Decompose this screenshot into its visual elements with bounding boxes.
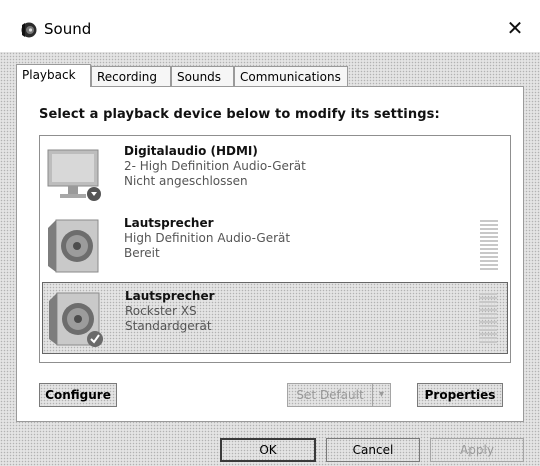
close-icon: ✕ — [506, 16, 524, 40]
set-default-button[interactable]: Set Default ▾ — [287, 383, 391, 407]
device-description: 2- High Definition Audio-Gerät — [124, 159, 306, 173]
playback-panel: Select a playback device below to modify… — [16, 86, 524, 422]
instruction-text: Select a playback device below to modify… — [39, 107, 440, 122]
dialog-client-area: Playback Recording Sounds Communications… — [0, 52, 540, 466]
device-name: Digitalaudio (HDMI) — [124, 144, 258, 158]
cancel-button[interactable]: Cancel — [326, 438, 420, 462]
tab-playback[interactable]: Playback — [16, 64, 91, 87]
chevron-down-icon[interactable]: ▾ — [372, 384, 390, 406]
set-default-label: Set Default — [296, 388, 364, 402]
device-item-lautsprecher-hd[interactable]: Lautsprecher High Definition Audio-Gerät… — [42, 210, 508, 282]
apply-button[interactable]: Apply — [430, 438, 524, 462]
window-title: Sound — [44, 20, 92, 38]
device-status: Nicht angeschlossen — [124, 174, 248, 188]
monitor-icon — [47, 149, 101, 201]
device-description: High Definition Audio-Gerät — [124, 231, 291, 245]
properties-button[interactable]: Properties — [417, 383, 503, 407]
ok-button[interactable]: OK — [220, 438, 316, 462]
level-meter — [480, 220, 498, 272]
device-item-lautsprecher-rockster[interactable]: Lautsprecher Rockster XS Standardgerät — [42, 282, 508, 354]
tab-recording[interactable]: Recording — [91, 66, 171, 86]
speaker-app-icon — [21, 22, 37, 38]
device-status: Standardgerät — [125, 319, 212, 333]
device-item-hdmi[interactable]: Digitalaudio (HDMI) 2- High Definition A… — [42, 138, 508, 210]
speaker-icon — [49, 292, 103, 347]
device-name: Lautsprecher — [125, 289, 215, 303]
close-button[interactable]: ✕ — [500, 14, 530, 42]
title-bar: Sound ✕ — [0, 0, 540, 52]
device-name: Lautsprecher — [124, 216, 214, 230]
configure-button[interactable]: Configure — [39, 383, 117, 407]
device-list[interactable]: Digitalaudio (HDMI) 2- High Definition A… — [39, 135, 511, 363]
tab-communications[interactable]: Communications — [234, 66, 348, 86]
speaker-icon — [48, 219, 99, 273]
device-description: Rockster XS — [125, 304, 197, 318]
level-meter — [479, 293, 497, 345]
device-status: Bereit — [124, 246, 160, 260]
tab-sounds[interactable]: Sounds — [171, 66, 234, 86]
